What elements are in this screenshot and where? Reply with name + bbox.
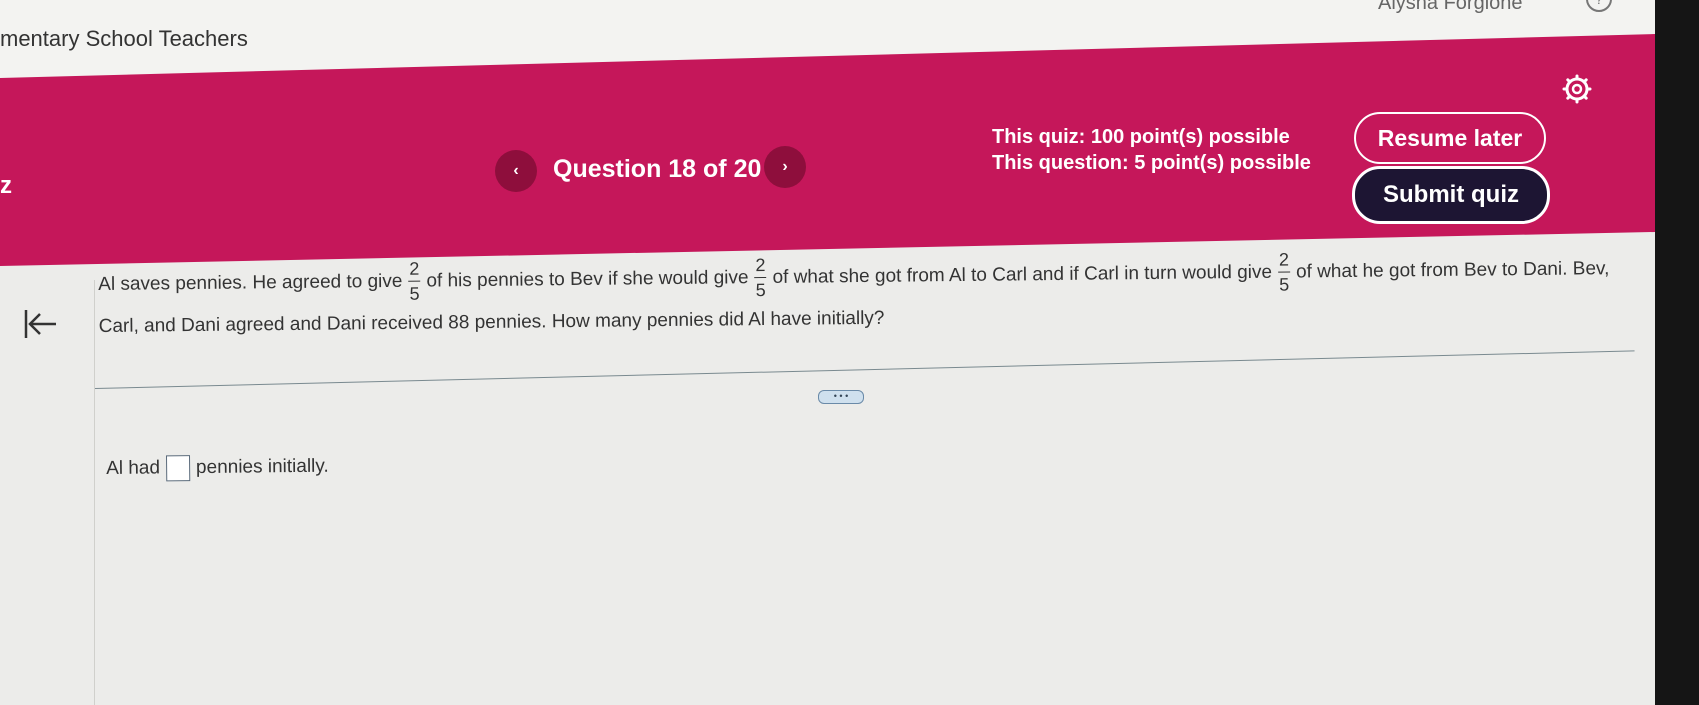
expand-more-button[interactable]: • • • — [818, 390, 864, 404]
fraction-bar — [754, 277, 767, 279]
back-arrow-icon[interactable] — [20, 304, 60, 344]
fraction: 2 5 — [754, 255, 767, 301]
resume-later-button[interactable]: Resume later — [1354, 112, 1546, 164]
question-counter: Question 18 of 20 — [553, 155, 762, 183]
chevron-left-icon: ‹ — [513, 162, 519, 179]
question-text-part: Al saves pennies. He agreed to give — [98, 270, 403, 295]
section-divider — [95, 350, 1635, 389]
question-text: Al saves pennies. He agreed to give 2 5 … — [98, 246, 1629, 339]
monitor-bezel — [1655, 0, 1699, 705]
user-name[interactable]: Alysha Forgione — [1378, 0, 1523, 15]
previous-question-button[interactable]: ‹ — [495, 150, 537, 192]
answer-input[interactable] — [165, 455, 191, 482]
answer-row: Al had pennies initially. — [106, 454, 329, 482]
fraction-denominator: 5 — [755, 280, 766, 301]
fraction-denominator: 5 — [1279, 274, 1290, 295]
question-points: This question: 5 point(s) possible — [992, 152, 1311, 174]
fraction-numerator: 2 — [755, 255, 766, 276]
question-text-part: of what she got from Al to Carl and if C… — [772, 261, 1273, 288]
answer-suffix: pennies initially. — [195, 455, 329, 479]
fraction-bar — [408, 280, 421, 282]
fraction: 2 5 — [408, 258, 421, 304]
question-text-line2: Carl, and Dani agreed and Dani received … — [98, 307, 885, 337]
settings-icon[interactable] — [1562, 74, 1592, 104]
quiz-label: z — [0, 172, 12, 199]
fraction-numerator: 2 — [1278, 249, 1290, 270]
fraction-bar — [1278, 271, 1291, 273]
help-icon[interactable]: ? — [1586, 0, 1612, 12]
screen: mentary School Teachers Alysha Forgione … — [0, 0, 1655, 705]
answer-prefix: Al had — [106, 457, 161, 479]
fraction: 2 5 — [1278, 249, 1291, 295]
fraction-denominator: 5 — [409, 283, 420, 304]
next-question-button[interactable]: › — [764, 146, 806, 188]
quiz-points: This quiz: 100 point(s) possible — [992, 126, 1290, 148]
fraction-numerator: 2 — [409, 258, 420, 279]
question-text-part: of his pennies to Bev if she would give — [426, 266, 749, 292]
submit-quiz-button[interactable]: Submit quiz — [1352, 166, 1550, 224]
question-text-part: of what he got from Bev to Dani. Bev, — [1295, 257, 1610, 282]
course-title: mentary School Teachers — [0, 26, 248, 51]
chevron-right-icon: › — [782, 158, 788, 175]
left-rule — [94, 280, 95, 705]
